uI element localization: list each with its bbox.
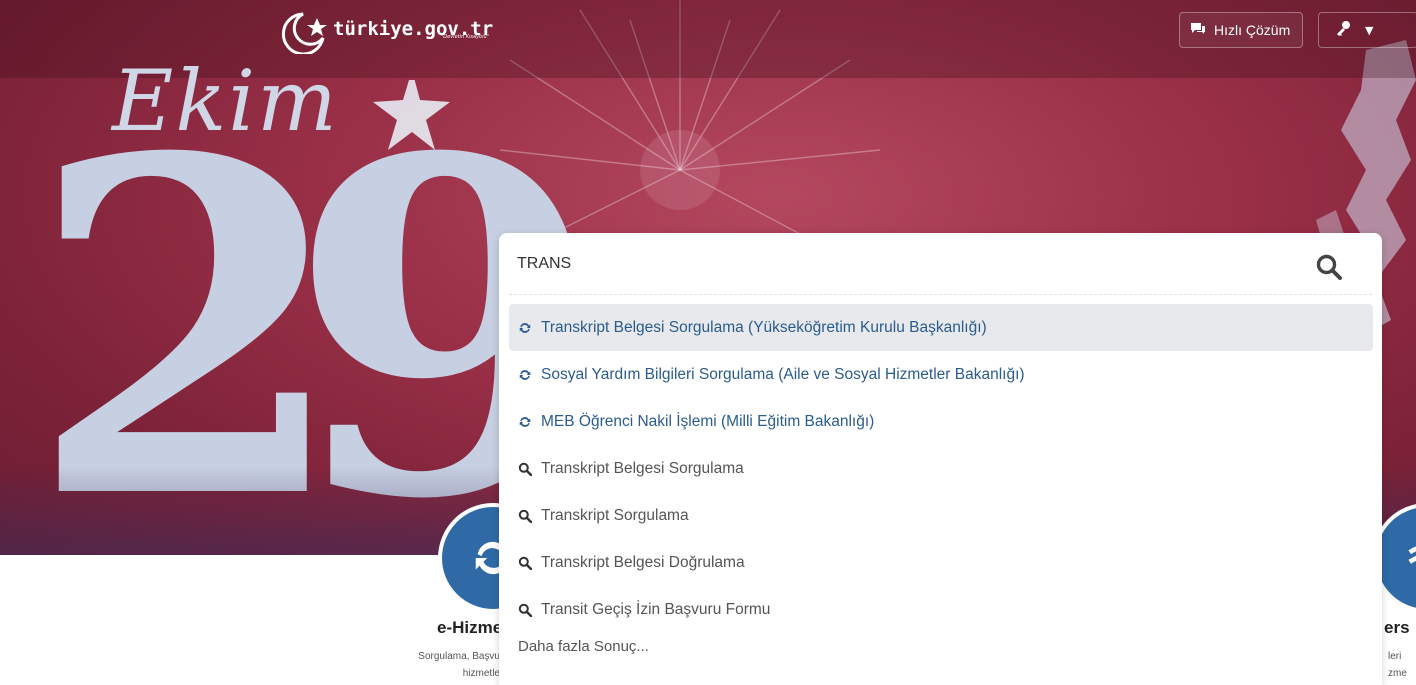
service-result-item[interactable]: MEB Öğrenci Nakil İşlemi (Milli Eğitim B…: [509, 398, 1373, 445]
search-input[interactable]: [517, 255, 1277, 273]
right-card-desc-line: leri: [1388, 651, 1402, 662]
left-card-description: Sorgulama, Başvu hizmetle: [395, 648, 500, 682]
refresh-icon: [518, 321, 532, 335]
left-card-title: e-Hizme: [437, 618, 503, 637]
search-icon: [518, 462, 532, 476]
query-result-item[interactable]: Transkript Sorgulama: [509, 492, 1373, 539]
result-label: Transkript Sorgulama: [541, 506, 689, 524]
result-label: Transit Geçiş İzin Başvuru Formu: [541, 600, 771, 618]
more-results-link[interactable]: Daha fazla Sonuç...: [518, 638, 649, 655]
search-icon: [518, 603, 532, 617]
result-label: Transkript Belgesi Sorgulama (Yükseköğre…: [541, 318, 987, 336]
refresh-icon: [518, 368, 532, 382]
result-label: MEB Öğrenci Nakil İşlemi (Milli Eğitim B…: [541, 412, 875, 430]
key-icon: [1335, 20, 1351, 40]
result-label: Sosyal Yardım Bilgileri Sorgulama (Aile …: [541, 365, 1025, 383]
search-icon: [518, 556, 532, 570]
service-result-item[interactable]: Sosyal Yardım Bilgileri Sorgulama (Aile …: [509, 351, 1373, 398]
login-button[interactable]: ▼: [1318, 12, 1416, 48]
search-icon: [518, 509, 532, 523]
search-results-list: Transkript Belgesi Sorgulama (Yükseköğre…: [509, 304, 1373, 633]
left-card-desc-line: Sorgulama, Başvu: [418, 651, 500, 662]
query-result-item[interactable]: Transit Geçiş İzin Başvuru Formu: [509, 586, 1373, 633]
quick-solution-button[interactable]: Hızlı Çözüm: [1179, 12, 1304, 48]
right-card-title: ers: [1384, 618, 1410, 637]
quick-solution-label: Hızlı Çözüm: [1214, 22, 1291, 38]
search-divider: [509, 294, 1372, 295]
crescent-star-emblem: [350, 80, 490, 210]
right-card-desc-line: zme: [1388, 668, 1407, 679]
result-label: Transkript Belgesi Doğrulama: [541, 553, 745, 571]
search-panel: Transkript Belgesi Sorgulama (Yükseköğre…: [499, 233, 1382, 685]
left-card-desc-line: hizmetle: [462, 668, 500, 679]
search-icon[interactable]: [1315, 253, 1343, 281]
result-label: Transkript Belgesi Sorgulama: [541, 459, 744, 477]
site-logo[interactable]: türkiye.gov.tr "Devletin Kısayolu": [273, 8, 493, 54]
logo-crescent-icon: [281, 12, 327, 54]
refresh-icon: [518, 415, 532, 429]
chevron-down-icon: ▼: [1365, 23, 1374, 37]
query-result-item[interactable]: Transkript Belgesi Doğrulama: [509, 539, 1373, 586]
service-icon: [1408, 546, 1416, 564]
query-result-item[interactable]: Transkript Belgesi Sorgulama: [509, 445, 1373, 492]
logo-tagline: "Devletin Kısayolu": [441, 34, 489, 40]
right-card-description: leri zme: [1388, 648, 1407, 682]
service-result-item[interactable]: Transkript Belgesi Sorgulama (Yükseköğre…: [509, 304, 1373, 351]
chat-icon: [1190, 22, 1206, 38]
